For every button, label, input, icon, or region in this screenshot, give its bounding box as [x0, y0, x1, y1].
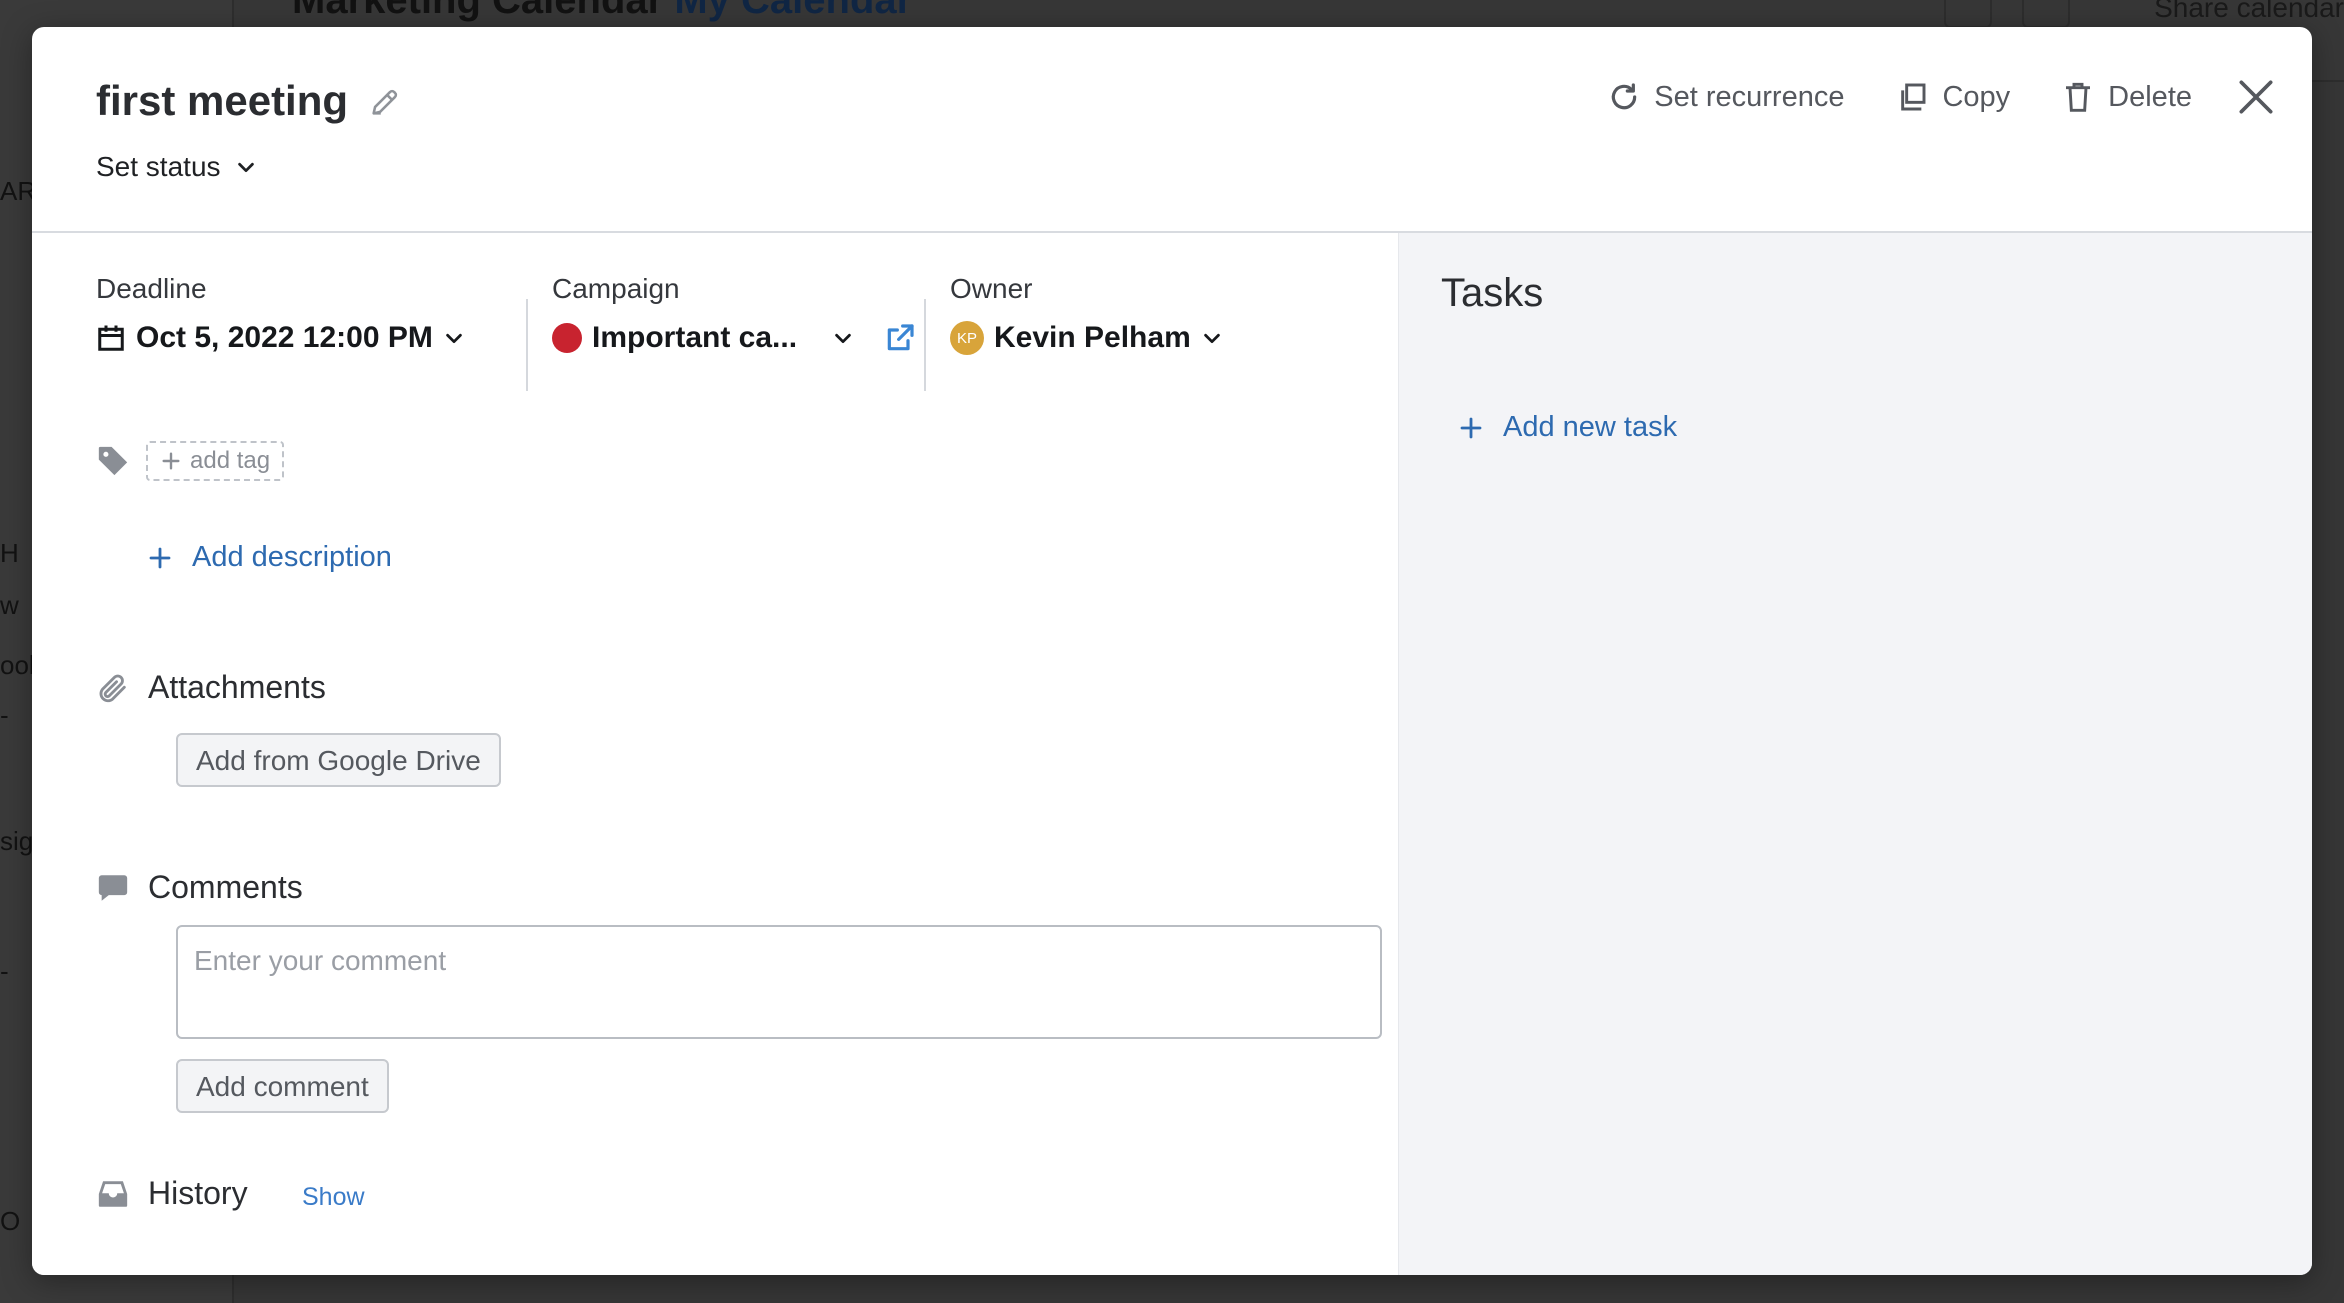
close-icon[interactable] — [2234, 75, 2278, 119]
campaign-field: Campaign Important ca... — [552, 273, 916, 355]
header-actions: Set recurrence Copy Delete — [1556, 75, 2278, 119]
history-show-link[interactable]: Show — [302, 1183, 365, 1212]
attachments-heading: Attachments — [96, 669, 326, 706]
comments-heading: Comments — [96, 869, 303, 906]
plus-icon — [162, 452, 180, 470]
event-detail-modal: first meeting Set status Set recurrence — [32, 27, 2312, 1275]
set-recurrence-button[interactable]: Set recurrence — [1608, 81, 1844, 114]
chevron-down-icon — [237, 162, 254, 173]
copy-label: Copy — [1942, 80, 2011, 113]
add-description-button[interactable]: Add description — [148, 541, 392, 574]
campaign-row: Important ca... — [552, 321, 916, 355]
deadline-picker[interactable]: Oct 5, 2022 12:00 PM — [96, 321, 465, 355]
set-status-label: Set status — [96, 151, 221, 182]
campaign-label: Campaign — [552, 273, 680, 304]
plus-icon — [149, 547, 171, 568]
pencil-icon[interactable] — [368, 85, 402, 119]
deadline-field: Deadline Oct 5, 2022 12:00 PM — [96, 273, 465, 355]
calendar-icon — [98, 325, 124, 351]
tasks-title: Tasks — [1441, 271, 1544, 315]
details-panel: Deadline Oct 5, 2022 12:00 PM Campaign I… — [32, 233, 1398, 1275]
chevron-down-icon — [446, 333, 462, 344]
set-status-dropdown[interactable]: Set status — [96, 151, 257, 183]
paperclip-icon — [99, 674, 126, 702]
add-from-google-drive-button[interactable]: Add from Google Drive — [176, 733, 501, 787]
comment-input[interactable] — [176, 925, 1382, 1039]
avatar: KP — [950, 321, 984, 355]
owner-label: Owner — [950, 273, 1033, 304]
add-description-label: Add description — [192, 541, 392, 573]
inbox-icon — [98, 1180, 128, 1207]
add-tag-label: add tag — [190, 447, 271, 474]
comment-icon — [98, 874, 128, 901]
history-heading: History — [96, 1175, 248, 1212]
chevron-down-icon[interactable] — [832, 327, 854, 349]
set-recurrence-label: Set recurrence — [1654, 80, 1845, 113]
tasks-panel: Tasks Add new task — [1398, 233, 2312, 1275]
trash-icon — [2066, 82, 2091, 112]
owner-dropdown[interactable]: KP Kevin Pelham — [950, 321, 1223, 355]
owner-field: Owner KP Kevin Pelham — [950, 273, 1223, 355]
add-tag-button[interactable]: add tag — [146, 441, 285, 481]
copy-icon — [1901, 83, 1926, 111]
delete-button[interactable]: Delete — [2062, 81, 2192, 114]
external-link-icon[interactable] — [884, 322, 916, 354]
deadline-label: Deadline — [96, 273, 207, 304]
owner-name: Kevin Pelham — [994, 321, 1191, 354]
tag-icon — [98, 446, 128, 476]
deadline-value: Oct 5, 2022 12:00 PM — [136, 321, 433, 354]
refresh-icon — [1612, 83, 1637, 110]
add-new-task-button[interactable]: Add new task — [1459, 411, 1677, 444]
attachments-title: Attachments — [148, 669, 326, 705]
history-title: History — [148, 1175, 248, 1211]
chevron-down-icon — [1203, 333, 1220, 344]
comments-title: Comments — [148, 869, 303, 905]
delete-label: Delete — [2108, 80, 2192, 113]
field-divider — [924, 299, 926, 391]
plus-icon — [1460, 417, 1482, 438]
campaign-color-dot — [552, 323, 582, 353]
event-title: first meeting — [96, 77, 349, 124]
tag-row: add tag — [96, 441, 285, 481]
add-new-task-label: Add new task — [1503, 411, 1678, 443]
add-comment-button[interactable]: Add comment — [176, 1059, 389, 1113]
field-divider — [526, 299, 528, 391]
campaign-value[interactable]: Important ca... — [592, 321, 822, 355]
modal-header: first meeting Set status Set recurrence — [32, 27, 2312, 233]
copy-button[interactable]: Copy — [1896, 81, 2010, 114]
